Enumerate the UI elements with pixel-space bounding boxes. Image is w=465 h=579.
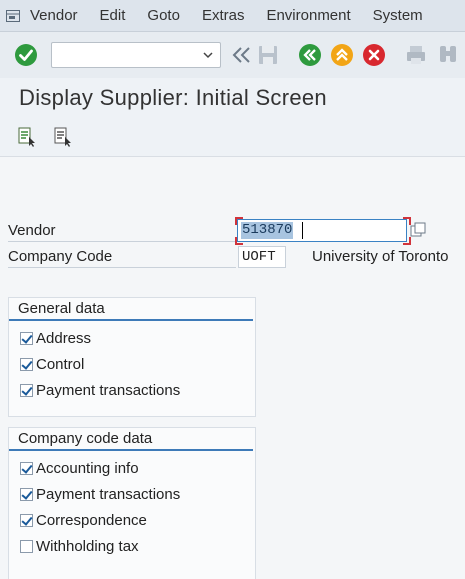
menu-edit[interactable]: Edit xyxy=(100,7,126,24)
menu-system-icon[interactable] xyxy=(0,0,26,32)
required-marker xyxy=(235,217,243,225)
correspondence-label: Correspondence xyxy=(36,511,147,529)
address-checkbox-row[interactable]: Address xyxy=(9,325,255,351)
command-input[interactable] xyxy=(56,44,200,68)
menu-bar: Vendor Edit Goto Extras Environment Syst… xyxy=(0,0,465,32)
cc-payment-transactions-checkbox-row[interactable]: Payment transactions xyxy=(9,481,255,507)
document-select-icon[interactable] xyxy=(14,124,40,150)
enter-icon[interactable] xyxy=(13,42,39,68)
control-checkbox[interactable] xyxy=(20,357,33,371)
company-code-data-title: Company code data xyxy=(9,428,253,451)
correspondence-checkbox[interactable] xyxy=(20,513,33,527)
address-checkbox[interactable] xyxy=(20,331,33,345)
address-label: Address xyxy=(36,329,92,347)
cc-payment-transactions-checkbox[interactable] xyxy=(20,487,33,501)
menu-goto[interactable]: Goto xyxy=(147,7,180,24)
vendor-label: Vendor xyxy=(8,222,236,242)
search-help-icon[interactable] xyxy=(410,222,426,237)
chevron-down-icon[interactable] xyxy=(202,48,214,66)
required-marker xyxy=(403,237,411,245)
cc-payment-transactions-label: Payment transactions xyxy=(36,485,181,503)
withholding-tax-checkbox[interactable] xyxy=(20,539,33,553)
standard-toolbar xyxy=(0,32,465,78)
menu-vendor[interactable]: Vendor xyxy=(30,7,78,24)
application-toolbar xyxy=(14,124,86,150)
menu-system[interactable]: System xyxy=(373,7,423,24)
print-icon[interactable] xyxy=(403,42,429,68)
accounting-info-checkbox-row[interactable]: Accounting info xyxy=(9,455,255,481)
general-data-title: General data xyxy=(9,298,253,321)
document-details-icon[interactable] xyxy=(50,124,76,150)
required-marker xyxy=(235,237,243,245)
company-code-description: University of Toronto xyxy=(312,248,449,265)
page-title: Display Supplier: Initial Screen xyxy=(19,85,327,110)
menu-environment[interactable]: Environment xyxy=(266,7,350,24)
exit-icon[interactable] xyxy=(329,42,355,68)
back-arrow-icon[interactable] xyxy=(297,42,323,68)
company-code-input[interactable]: UOFT xyxy=(238,246,286,268)
command-field[interactable] xyxy=(51,42,221,68)
vendor-input[interactable]: 513870 xyxy=(237,219,407,242)
double-chevron-left-icon[interactable] xyxy=(229,42,255,68)
cancel-icon[interactable] xyxy=(361,42,387,68)
save-icon[interactable] xyxy=(255,42,281,68)
find-icon[interactable] xyxy=(435,42,461,68)
text-caret xyxy=(302,222,303,239)
control-checkbox-row[interactable]: Control xyxy=(9,351,255,377)
payment-transactions-label: Payment transactions xyxy=(36,381,181,399)
control-label: Control xyxy=(36,355,85,373)
correspondence-checkbox-row[interactable]: Correspondence xyxy=(9,507,255,533)
company-code-data-group: Company code data Accounting info Paymen… xyxy=(8,427,256,579)
vendor-value[interactable]: 513870 xyxy=(241,222,294,239)
company-code-label: Company Code xyxy=(8,248,236,268)
payment-transactions-checkbox[interactable] xyxy=(20,383,33,397)
withholding-tax-label: Withholding tax xyxy=(36,537,139,555)
menu-extras[interactable]: Extras xyxy=(202,7,245,24)
general-data-group: General data Address Control Payment tra… xyxy=(8,297,256,417)
withholding-tax-checkbox-row[interactable]: Withholding tax xyxy=(9,533,255,559)
accounting-info-checkbox[interactable] xyxy=(20,461,33,475)
payment-transactions-checkbox-row[interactable]: Payment transactions xyxy=(9,377,255,403)
accounting-info-label: Accounting info xyxy=(36,459,139,477)
